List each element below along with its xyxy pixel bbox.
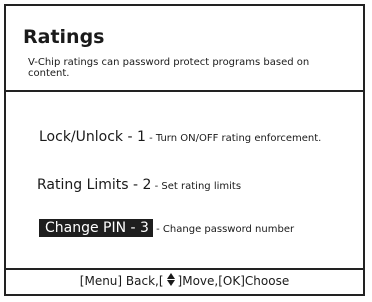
footer-hint-move-choose: ]Move,[OK]Choose (177, 274, 290, 288)
panel-header: Ratings V-Chip ratings can password prot… (6, 6, 363, 92)
footer-hint-bar: [Menu] Back,[ ]Move,[OK]Choose (6, 268, 363, 294)
menu-item-rating-limits[interactable]: Rating Limits - 2 - Set rating limits (37, 174, 241, 197)
menu-item-label-selected: Change PIN - 3 (39, 219, 153, 237)
ratings-panel: Ratings V-Chip ratings can password prot… (4, 4, 365, 296)
page-title: Ratings (23, 26, 105, 48)
menu-item-description: - Turn ON/OFF rating enforcement. (145, 133, 322, 144)
menu-item-description: - Change password number (152, 224, 295, 235)
menu-item-lock-unlock[interactable]: Lock/Unlock - 1 - Turn ON/OFF rating enf… (39, 126, 321, 149)
page-subtitle: V-Chip ratings can password protect prog… (28, 57, 310, 79)
menu-item-label: Rating Limits - 2 (37, 177, 152, 193)
footer-hint-back: [Menu] Back,[ (79, 274, 164, 288)
menu-item-description: - Set rating limits (151, 181, 242, 192)
menu-item-label: Lock/Unlock - 1 (39, 129, 146, 145)
up-down-arrows-icon (166, 273, 176, 287)
menu-item-change-pin[interactable]: Change PIN - 3 - Change password number (39, 217, 294, 240)
